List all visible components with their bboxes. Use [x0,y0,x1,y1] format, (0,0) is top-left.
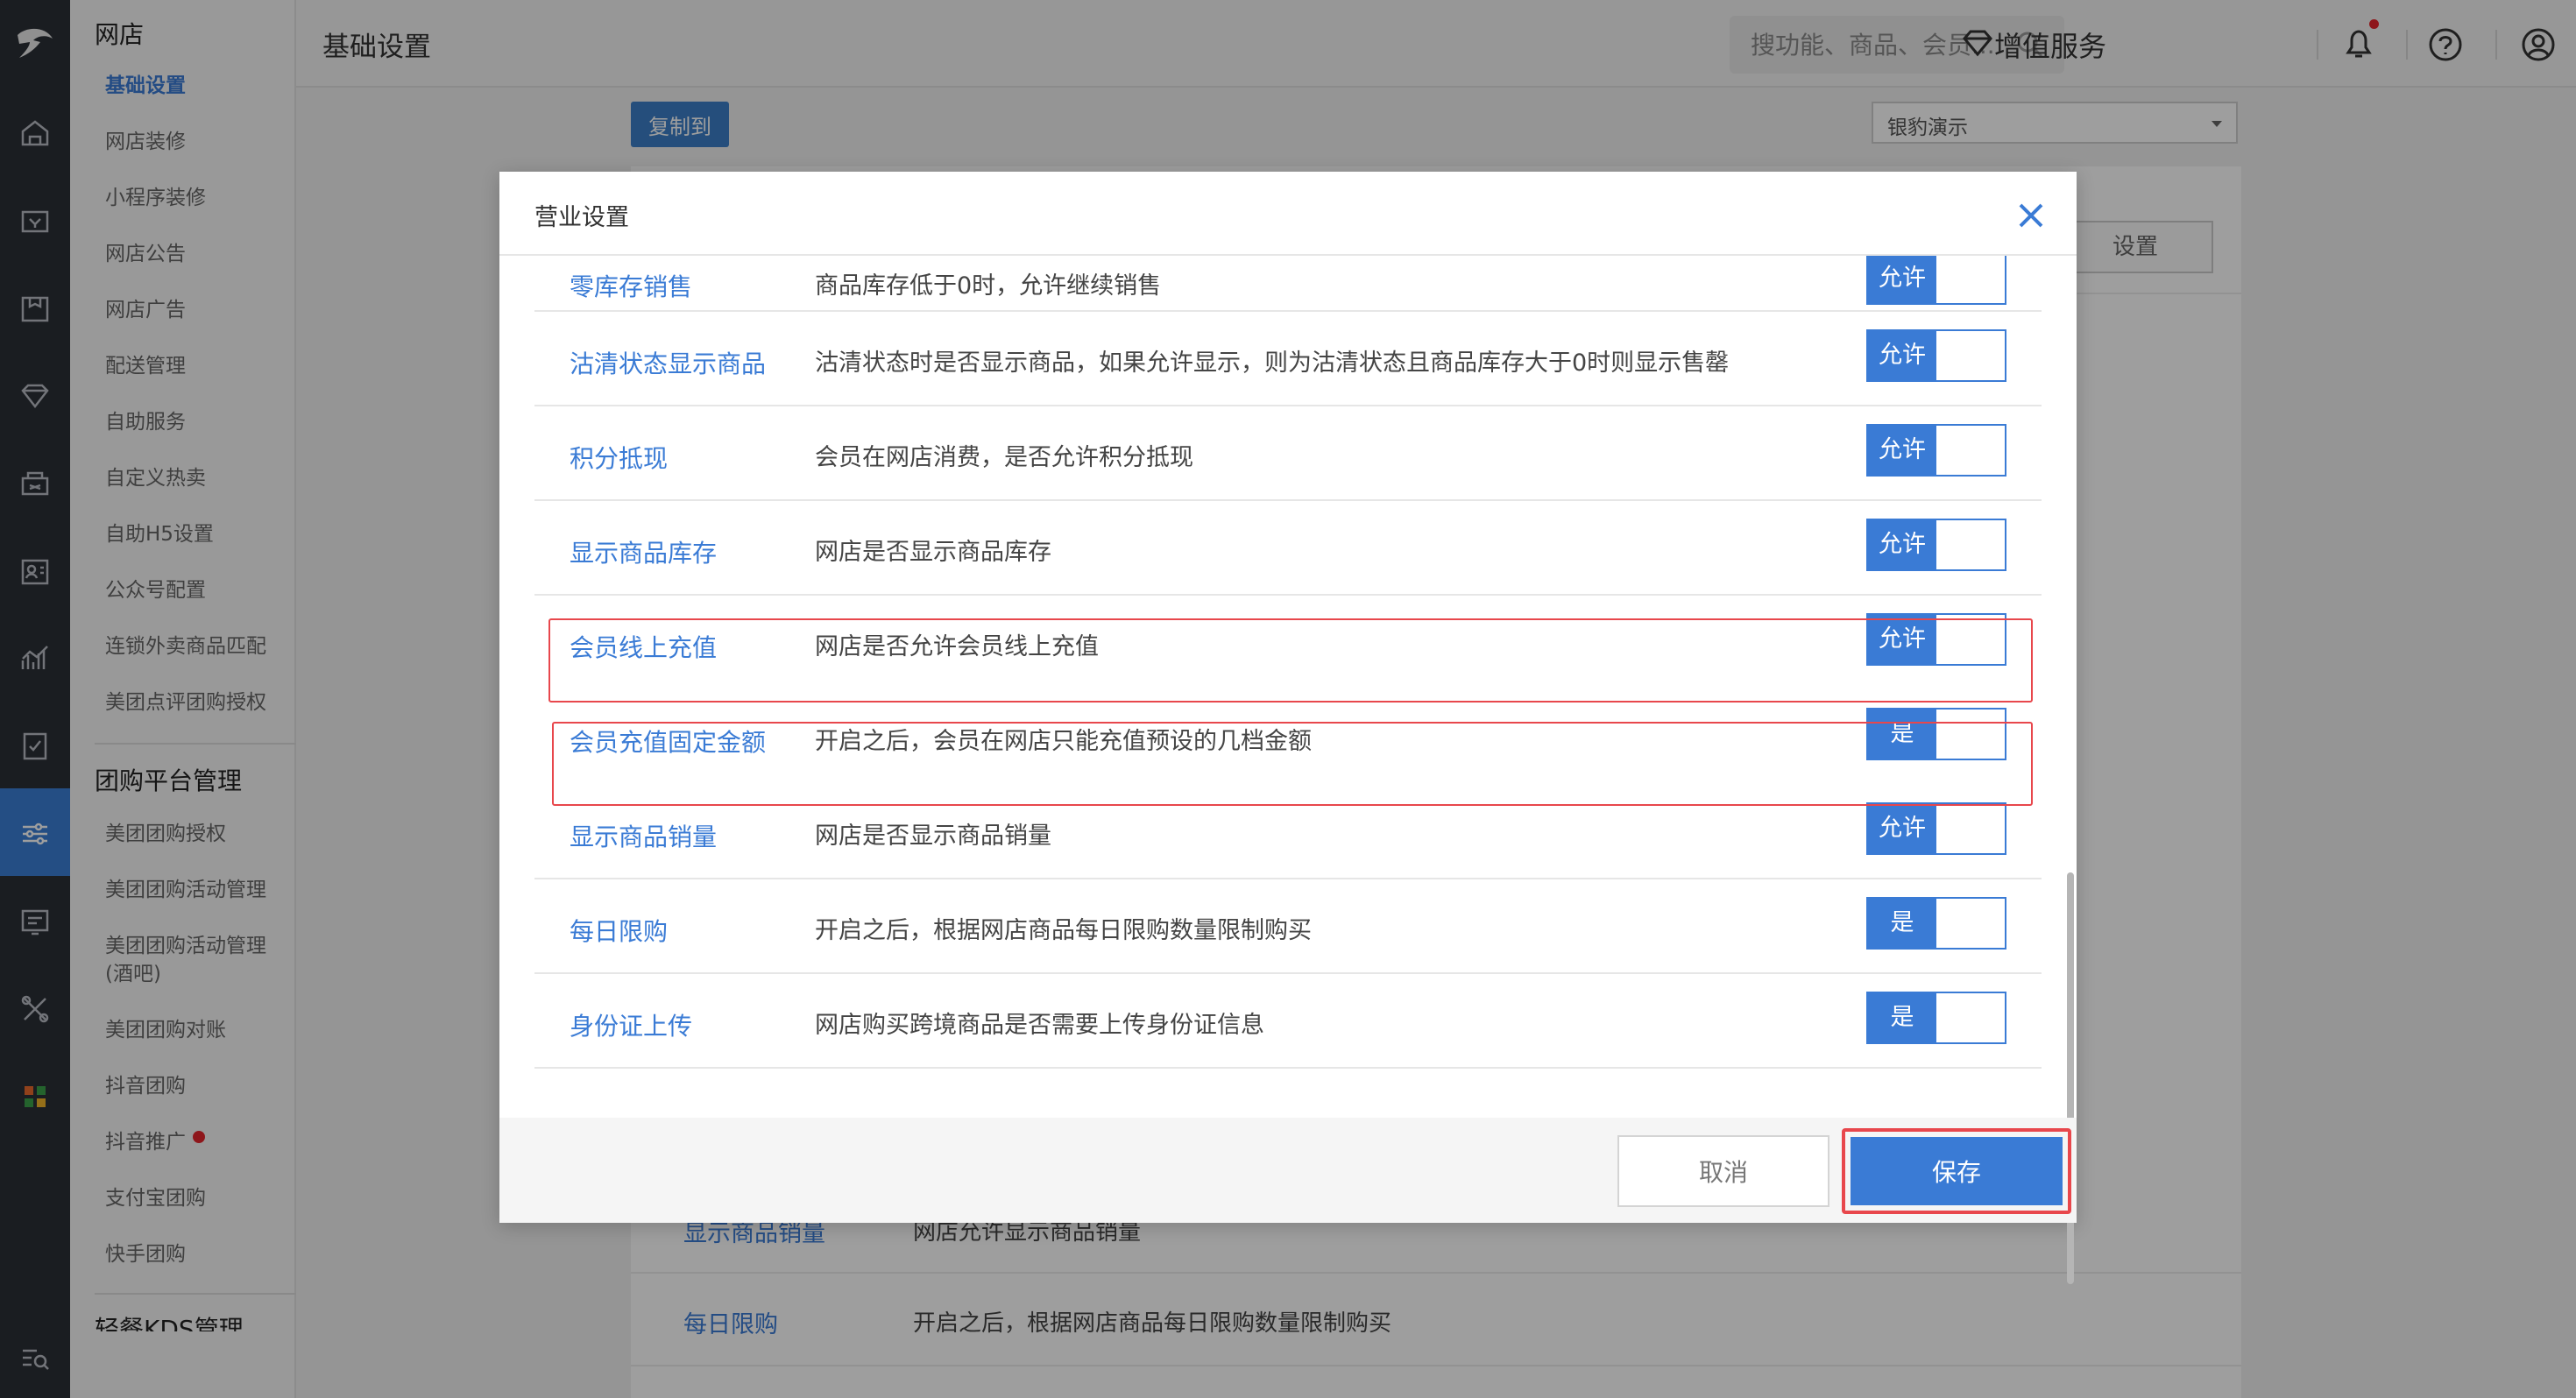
cancel-button[interactable]: 取消 [1617,1135,1829,1207]
setting-name: 显示商品库存 [570,539,718,568]
setting-name: 显示商品销量 [570,823,718,851]
setting-desc: 网店购买跨境商品是否需要上传身份证信息 [815,1012,1264,1039]
setting-row: 积分抵现 会员在网店消费，是否允许积分抵现 允许 [534,406,2042,501]
setting-desc: 网店是否显示商品库存 [815,539,1051,566]
toggle-on-label: 是 [1868,899,1936,948]
setting-desc: 开启之后，根据网店商品每日限购数量限制购买 [815,917,1312,944]
setting-toggle[interactable]: 允许 [1866,256,2006,305]
setting-toggle[interactable]: 允许 [1866,519,2006,571]
setting-desc: 会员在网店消费，是否允许积分抵现 [815,444,1193,471]
modal-footer: 取消 保存 [499,1118,2077,1223]
setting-name: 身份证上传 [570,1012,693,1041]
setting-row: 沽清状态显示商品 沽清状态时是否显示商品，如果允许显示，则为沽清状态且商品库存大… [534,312,2042,406]
modal-scrollbar[interactable] [2064,256,2077,1284]
setting-toggle[interactable]: 是 [1866,897,2006,950]
toggle-on-label: 允许 [1868,256,1936,303]
close-icon[interactable] [2013,198,2049,233]
setting-row: 零库存销售 商品库存低于0时，允许继续销售 允许 [534,256,2042,312]
setting-toggle[interactable]: 允许 [1866,802,2006,855]
setting-name: 零库存销售 [570,272,693,301]
toggle-on-label: 允许 [1868,426,1936,475]
toggle-on-label: 是 [1868,993,1936,1042]
setting-desc: 沽清状态时是否显示商品，如果允许显示，则为沽清状态且商品库存大于0时则显示售罄 [815,350,1730,377]
save-button[interactable]: 保存 [1851,1137,2063,1205]
toggle-on-label: 允许 [1868,331,1936,380]
setting-row: 每日限购 开启之后，根据网店商品每日限购数量限制购买 是 [534,879,2042,974]
toggle-on-label: 允许 [1868,804,1936,853]
setting-name: 每日限购 [570,917,669,946]
highlight-frame [552,722,2033,806]
setting-row: 显示商品库存 网店是否显示商品库存 允许 [534,501,2042,596]
highlight-frame [548,618,2033,703]
save-highlight-frame: 保存 [1842,1128,2071,1214]
toggle-on-label: 允许 [1868,520,1936,569]
setting-desc: 网店是否显示商品销量 [815,823,1051,850]
setting-toggle[interactable]: 允许 [1866,424,2006,477]
setting-row: 身份证上传 网店购买跨境商品是否需要上传身份证信息 是 [534,974,2042,1069]
business-settings-modal: 营业设置 零库存销售 商品库存低于0时，允许继续销售 允许 沽清状态显示商品 沽… [499,172,2077,1284]
modal-header: 营业设置 [499,172,2077,256]
modal-title: 营业设置 [534,204,629,231]
setting-name: 积分抵现 [570,444,669,473]
setting-toggle[interactable]: 允许 [1866,329,2006,382]
setting-toggle[interactable]: 是 [1866,992,2006,1044]
setting-name: 沽清状态显示商品 [570,350,767,378]
setting-desc: 商品库存低于0时，允许继续销售 [815,272,1162,300]
